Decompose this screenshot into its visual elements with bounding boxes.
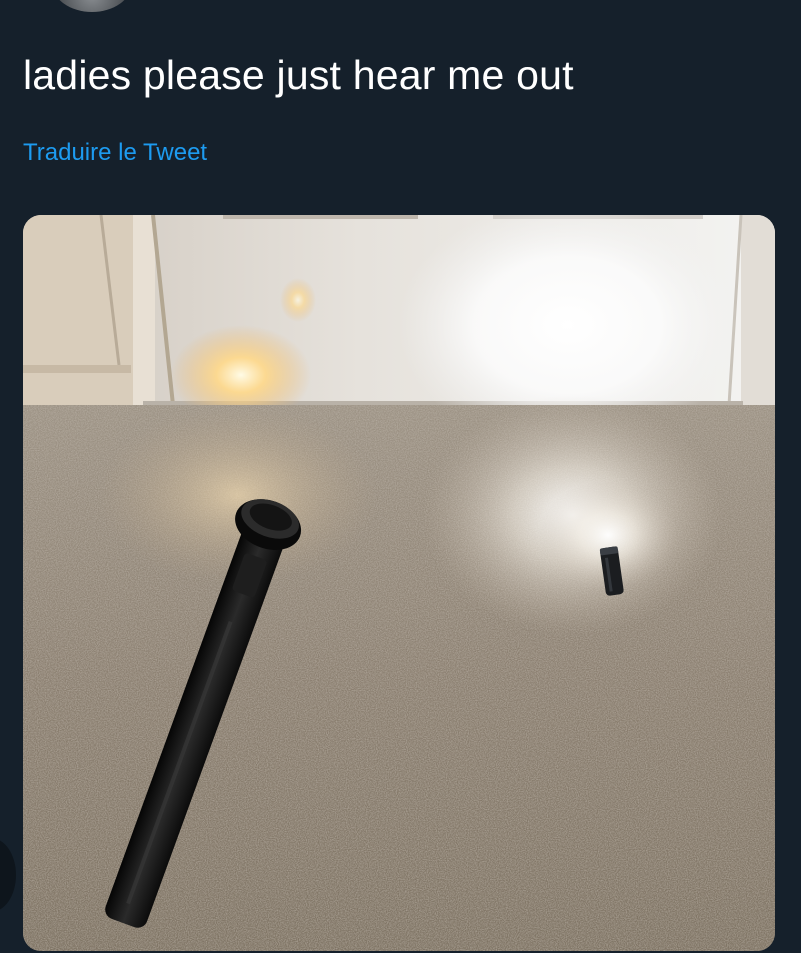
scroll-handle[interactable] <box>0 838 16 912</box>
avatar[interactable] <box>52 0 132 12</box>
tweet-photo[interactable] <box>23 215 775 951</box>
translate-tweet-link[interactable]: Traduire le Tweet <box>23 138 207 168</box>
flashlight-photo <box>23 215 775 951</box>
tweet-text: ladies please just hear me out <box>23 52 574 98</box>
